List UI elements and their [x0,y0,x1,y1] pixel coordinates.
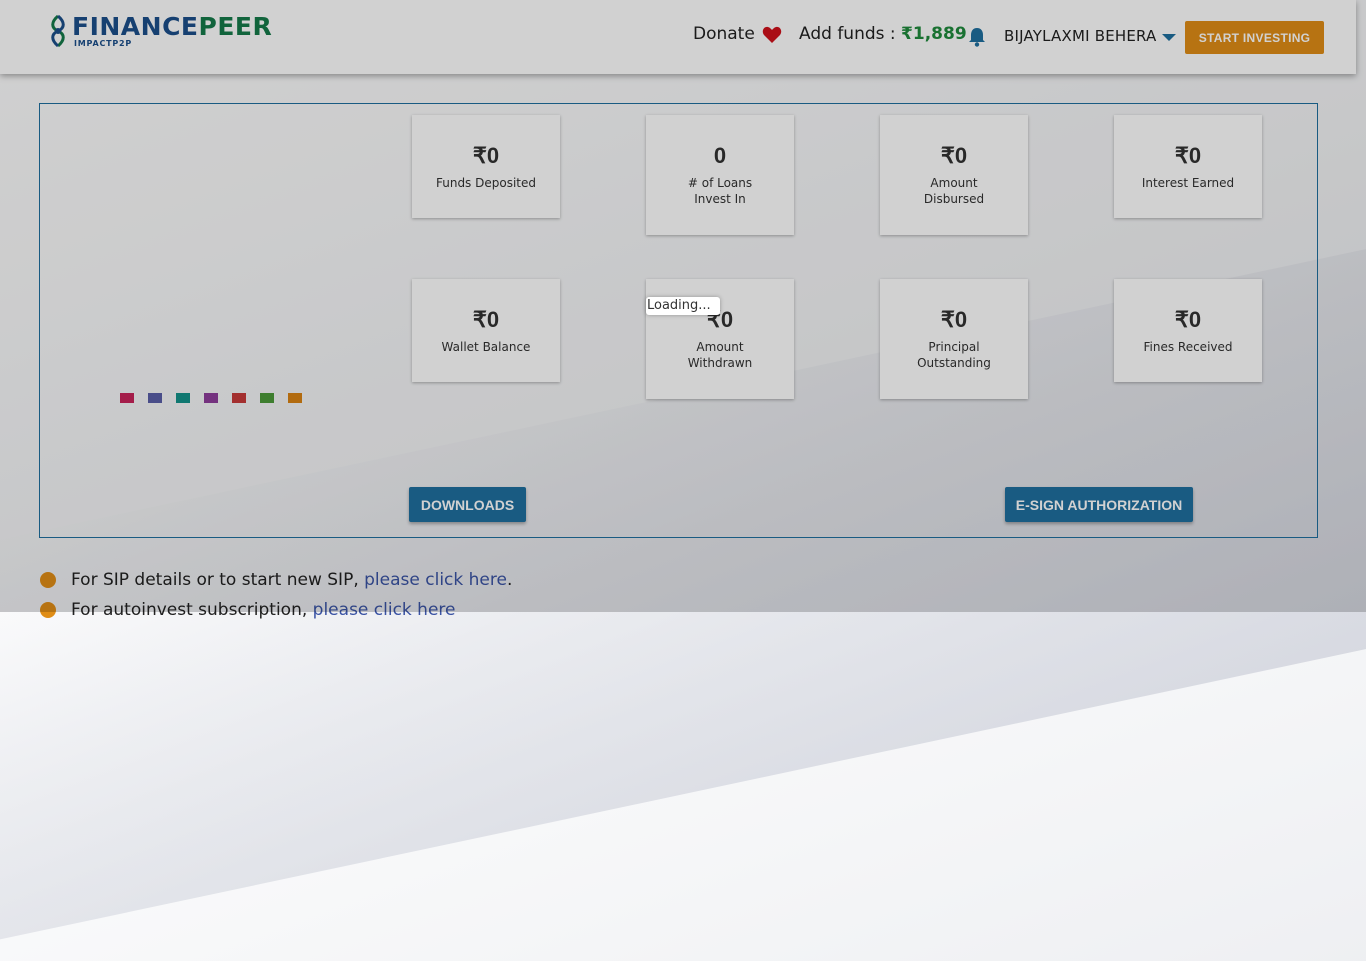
user-name[interactable]: BIJAYLAXMI BEHERA [1004,27,1157,45]
add-funds-amount: ₹1,889 [901,24,967,44]
bell-icon[interactable] [967,27,987,47]
logo-text-secondary: PEER [198,12,273,41]
heart-icon[interactable] [762,26,782,44]
sip-text-end: . [506,570,513,590]
dashboard-panel [39,103,1318,538]
top-header: FINANCEPEER IMPACTP2P Donate Add funds :… [0,0,1356,74]
logo-subtitle: IMPACTP2P [74,39,133,48]
logo-text-primary: FINANCE [72,12,199,41]
sip-click-here-link[interactable]: please click here [364,570,507,590]
bullet-icon [40,572,56,588]
logo-text: FINANCEPEER [72,12,272,41]
start-investing-button[interactable]: START INVESTING [1185,21,1324,54]
bullet-icon [40,602,56,618]
logo-mark-icon [51,14,65,48]
autoinvest-text: For autoinvest subscription, [71,600,308,620]
chevron-down-icon[interactable] [1162,34,1176,41]
sip-info-text: For SIP details or to start new SIP, ple… [71,570,512,590]
add-funds-link[interactable]: Add funds : ₹1,889 [799,24,967,44]
add-funds-label: Add funds : [799,24,896,44]
loading-label: Loading... [646,297,720,315]
donate-link[interactable]: Donate [693,24,755,44]
sip-text: For SIP details or to start new SIP, [71,570,359,590]
autoinvest-click-here-link[interactable]: please click here [313,600,456,620]
autoinvest-info-text: For autoinvest subscription, please clic… [71,600,455,620]
